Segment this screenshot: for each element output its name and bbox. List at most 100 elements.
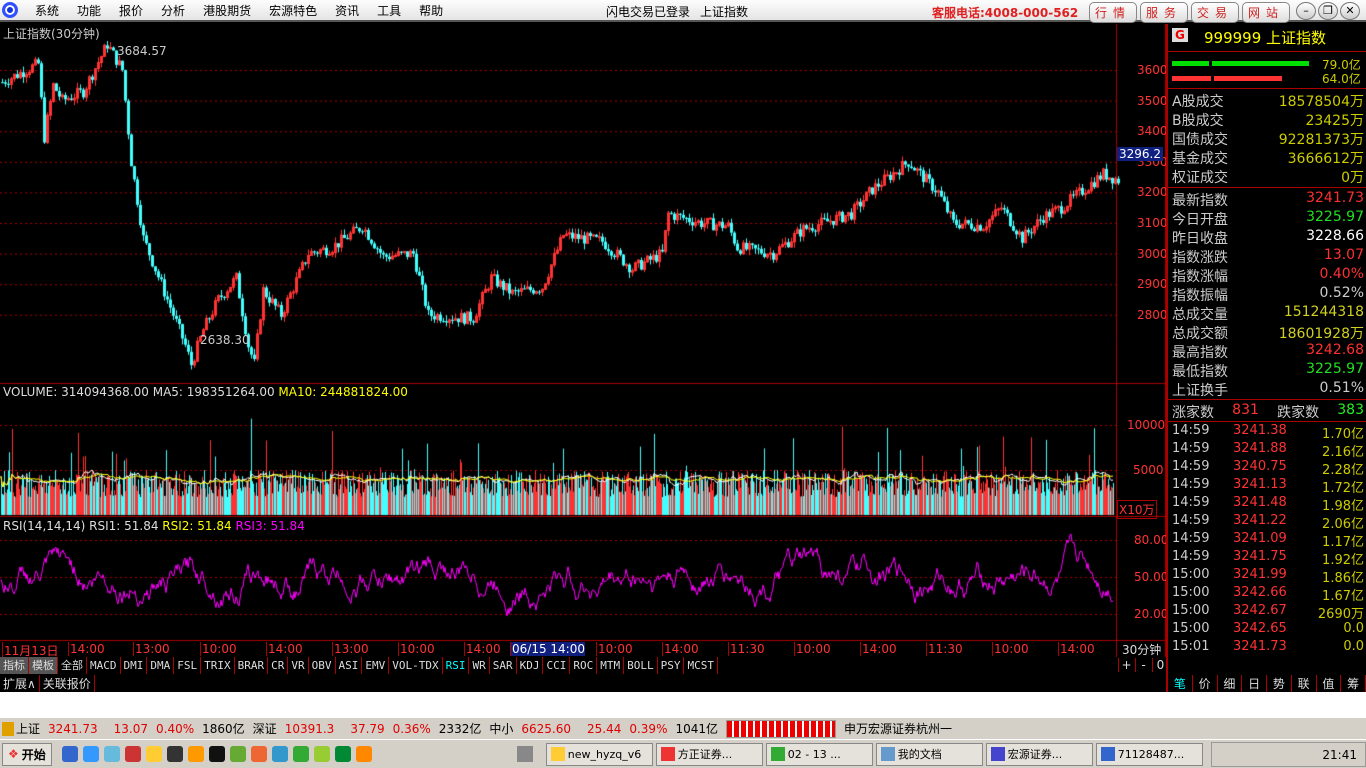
app-icon[interactable] [229,746,246,762]
nav-button[interactable]: 行情 [1089,2,1138,23]
menu-item[interactable]: 分析 [152,2,194,19]
indicator-tab-macd[interactable]: MACD [87,657,121,674]
extra-tab[interactable]: 扩展∧ [0,675,40,692]
stat-row-label: 总成交额 [1172,326,1228,342]
indicator-tab-rsi[interactable]: RSI [443,657,470,674]
qq-icon[interactable] [208,746,225,762]
app-logo-icon[interactable] [2,2,18,18]
taskbar-task[interactable]: 方正证券... [655,742,763,766]
close-button[interactable]: ✕ [1340,2,1360,20]
ie-icon[interactable] [61,746,78,762]
indicator-tab-brar[interactable]: BRAR [235,657,269,674]
stat-row: 指数振幅 0.52% [1172,285,1364,304]
panel-tab[interactable]: 细 [1218,675,1243,692]
indicator-tab-cci[interactable]: CCI [543,657,571,674]
price-tick: 2800 [1137,307,1168,322]
menu-item[interactable]: 报价 [110,2,152,19]
indicator-tab-roc[interactable]: ROC [570,657,598,674]
start-button[interactable]: ❖ 开始 [2,742,52,766]
indicator-tab-trix[interactable]: TRIX [201,657,235,674]
app-icon[interactable] [187,746,204,762]
app-icon[interactable] [103,746,120,762]
time-axis-label: 14:00 [464,642,501,656]
outflow-bar [1214,76,1282,81]
app-icon[interactable] [313,746,330,762]
tick-row: 14:59 3241.22 2.06亿 [1172,513,1364,532]
taskbar-task[interactable]: 71128487... [1095,742,1203,766]
indicator-tab-dma[interactable]: DMA [147,657,175,674]
clock: 21:41 [1322,747,1357,762]
nav-button[interactable]: 网站 [1242,2,1291,23]
zoom-button[interactable]: - [1135,658,1151,672]
taskbar-task[interactable]: new_hyzq_v6 [545,742,653,766]
indicator-tab-指标[interactable]: 指标 [0,657,29,674]
indicator-tab-fsl[interactable]: FSL [174,657,202,674]
period-label[interactable]: 30分钟 [1122,641,1161,658]
panel-tab[interactable]: 势 [1267,675,1292,692]
task-icon [990,747,1005,761]
indicator-tab-vol-tdx[interactable]: VOL-TDX [389,657,443,674]
taskbar-task[interactable]: 我的文档 [875,742,983,766]
menu-item[interactable]: 宏源特色 [260,2,326,19]
minimize-button[interactable]: – [1296,2,1316,20]
indicator-tab-vr[interactable]: VR [288,657,309,674]
menu-item[interactable]: 帮助 [410,2,452,19]
app-icon[interactable] [355,746,372,762]
taskbar-task[interactable]: 宏源证券... [985,742,1093,766]
app-icon[interactable] [271,746,288,762]
panel-tab[interactable]: 值 [1317,675,1342,692]
restore-button[interactable]: ❐ [1318,2,1338,20]
indicator-tab-emv[interactable]: EMV [362,657,390,674]
stat-row-label: 最低指数 [1172,364,1228,380]
keyboard-icon[interactable] [516,746,533,762]
app-icon[interactable] [292,746,309,762]
menu-item[interactable]: 系统 [26,2,68,19]
task-label: 宏源证券... [1007,748,1063,761]
panel-tab[interactable]: 筹 [1341,675,1366,692]
app-icon[interactable] [166,746,183,762]
zx-index[interactable]: 中小 6625.60 [489,720,579,737]
indicator-tab-全部[interactable]: 全部 [58,657,87,674]
indicator-tab-cr[interactable]: CR [268,657,289,674]
menu-item[interactable]: 工具 [368,2,410,19]
indicator-tab-dmi[interactable]: DMI [121,657,148,674]
indicator-tab-obv[interactable]: OBV [309,657,336,674]
panel-tab[interactable]: 日 [1242,675,1267,692]
panel-tab[interactable]: 联 [1292,675,1317,692]
indicator-tab-psy[interactable]: PSY [658,657,685,674]
indicator-tab-模板[interactable]: 模板 [29,657,58,674]
indicator-tab-boll[interactable]: BOLL [624,657,658,674]
indicator-tab-asi[interactable]: ASI [336,657,363,674]
menu-item[interactable]: 港股期货 [194,2,260,19]
app-icon[interactable] [250,746,267,762]
taskbar-task[interactable]: 02 - 13 ... [765,742,873,766]
login-status[interactable]: 闪电交易已登录 [606,5,690,19]
time-axis-label: 10:00 [398,642,435,656]
zoom-button[interactable]: + [1118,658,1134,672]
indicator-tab-wr[interactable]: WR [469,657,490,674]
nav-button[interactable]: 服务 [1140,2,1189,23]
app-icon[interactable] [124,746,141,762]
tick-price: 3240.75 [1233,459,1287,474]
tick-amount: 1.86亿 [1322,571,1364,586]
extra-tab[interactable]: 关联报价 [40,675,95,692]
app-icon[interactable] [334,746,351,762]
menu-item[interactable]: 功能 [68,2,110,19]
indicator-tab-sar[interactable]: SAR [490,657,517,674]
panel-tab[interactable]: 笔 [1168,675,1193,692]
panel-tab[interactable]: 价 [1193,675,1218,692]
zx-amount: 1041亿 [675,722,719,736]
indicator-tab-kdj[interactable]: KDJ [517,657,544,674]
sh-index[interactable]: 上证 3241.73 [16,720,106,737]
stat-row-value: 0.40% [1319,266,1364,282]
volume-row-value: 92281373万 [1278,132,1364,148]
indicator-tab-mcst[interactable]: MCST [684,657,718,674]
menu-item[interactable]: 资讯 [326,2,368,19]
app-icon[interactable] [145,746,162,762]
tick-price: 3241.73 [1233,639,1287,654]
candlestick-chart[interactable] [0,24,1166,657]
nav-button[interactable]: 交易 [1191,2,1240,23]
browser-icon[interactable] [82,746,99,762]
sz-index[interactable]: 深证 10391.3 [253,720,343,737]
indicator-tab-mtm[interactable]: MTM [597,657,625,674]
